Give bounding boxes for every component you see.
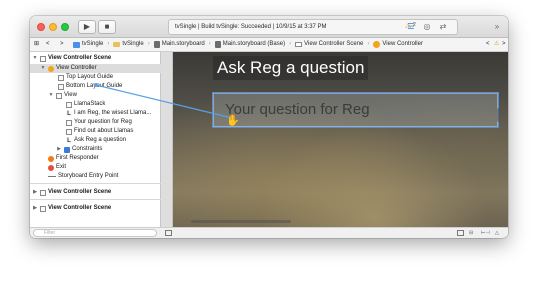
view-controller-icon [48, 65, 54, 72]
zoom-window-button[interactable] [61, 23, 69, 31]
scene-icon [295, 42, 303, 47]
scene-icon [40, 205, 46, 212]
filter-input[interactable]: Filter [33, 229, 157, 237]
folder-icon [113, 42, 121, 47]
toolbar: ▶ ■ tvSingle | Build tvSingle: Succeeded… [30, 16, 508, 38]
vertical-scrollbar[interactable] [497, 108, 500, 122]
constraints-icon [64, 146, 70, 153]
outline-llama-stack[interactable]: LlamaStack [66, 100, 105, 109]
minimize-window-button[interactable] [49, 23, 57, 31]
text-field-icon [66, 119, 72, 126]
canvas-gutter [161, 52, 173, 227]
entry-point-arrow-icon [48, 176, 56, 177]
version-editor-icon[interactable]: ⇄ [436, 20, 450, 34]
outline-reg-label[interactable]: L I am Reg, the wisest Llama... [66, 109, 151, 118]
outline-exit[interactable]: Exit [48, 163, 66, 172]
first-responder-icon [48, 155, 54, 162]
divider [30, 183, 161, 184]
scene-icon [40, 55, 46, 62]
button-icon [66, 128, 72, 135]
show-outline-icon[interactable] [165, 230, 172, 236]
label-icon: L [66, 137, 72, 144]
divider [30, 199, 161, 200]
forward-button[interactable]: > [60, 38, 64, 51]
storyboard-base-icon [214, 41, 221, 48]
outline-question-field[interactable]: Your question for Reg [66, 118, 132, 127]
horizontal-scrollbar[interactable] [191, 220, 291, 223]
layout-guide-icon [58, 83, 64, 90]
outline-bottom-layout-guide[interactable]: Bottom Layout Guide [58, 82, 122, 91]
breadcrumb: tvSingle › tvSingle › Main.storyboard › … [73, 38, 423, 51]
outline-scene-2[interactable]: ▶ View Controller Scene [32, 188, 111, 197]
stack-view-icon [66, 101, 72, 108]
ask-reg-label[interactable]: Ask Reg a question [213, 56, 369, 80]
breadcrumb-storyboard[interactable]: Main.storyboard [162, 38, 205, 51]
label-icon: L [66, 110, 72, 117]
back-button[interactable]: < [46, 38, 50, 51]
question-text-field[interactable]: Your question for Reg [212, 92, 499, 128]
disclosure-open-icon[interactable]: ▼ [32, 54, 38, 63]
breadcrumb-storyboard-base[interactable]: Main.storyboard (Base) [223, 38, 285, 51]
disclosure-open-icon[interactable]: ▼ [40, 64, 46, 73]
project-icon [73, 41, 80, 48]
assistant-editor-icon[interactable]: ◎ [420, 20, 434, 34]
standard-editor-icon[interactable]: ☰ [404, 20, 418, 34]
xcode-window: ▶ ■ tvSingle | Build tvSingle: Succeeded… [30, 16, 508, 238]
outline-constraints[interactable]: ▶ Constraints [56, 145, 102, 154]
jump-forward-button[interactable]: > [502, 38, 506, 51]
jump-back-button[interactable]: < [486, 38, 490, 51]
question-placeholder: Your question for Reg [225, 101, 370, 118]
pin-icon[interactable]: ⊢⊣ [481, 228, 490, 238]
outline-first-responder[interactable]: First Responder [48, 154, 99, 163]
disclosure-closed-icon[interactable]: ▶ [32, 204, 38, 213]
related-items-icon[interactable]: ⊞ [34, 38, 39, 51]
status-text: tvSingle | Build tvSingle: Succeeded | 1… [175, 24, 327, 30]
storyboard-icon [153, 41, 160, 48]
breadcrumb-folder[interactable]: tvSingle [122, 38, 143, 51]
breadcrumb-view-controller[interactable]: View Controller [382, 38, 423, 51]
outline-ask-reg[interactable]: L Ask Reg a question [66, 136, 126, 145]
outline-view[interactable]: ▼ View [48, 91, 77, 100]
stack-icon[interactable] [457, 230, 464, 236]
breadcrumb-scene[interactable]: View Controller Scene [304, 38, 363, 51]
filter-bar: ⊜ Filter [30, 227, 161, 238]
outline-entry-point[interactable]: Storyboard Entry Point [48, 172, 118, 181]
document-outline: ▼ View Controller Scene ▼ View Controlle… [30, 52, 161, 227]
disclosure-open-icon[interactable]: ▼ [48, 91, 54, 100]
stop-icon: ■ [104, 22, 110, 31]
outline-scene-3[interactable]: ▶ View Controller Scene [32, 204, 111, 213]
canvas-bottom-bar: ⊟ ⊢⊣ △ [161, 227, 508, 238]
run-button[interactable]: ▶ [78, 20, 96, 34]
outline-view-controller[interactable]: ▼ View Controller [30, 64, 161, 73]
close-window-button[interactable] [37, 23, 45, 31]
issue-warning-icon[interactable]: ⚠ [494, 38, 499, 51]
outline-find-out[interactable]: Find out about Llamas [66, 127, 133, 136]
outline-top-layout-guide[interactable]: Top Layout Guide [58, 73, 113, 82]
more-icon[interactable]: » [490, 20, 504, 34]
view-controller-icon [373, 41, 381, 48]
breadcrumb-project[interactable]: tvSingle [82, 38, 103, 51]
outline-scene-1[interactable]: ▼ View Controller Scene [32, 54, 111, 63]
disclosure-closed-icon[interactable]: ▶ [32, 188, 38, 197]
layout-guide-icon [58, 74, 64, 81]
disclosure-closed-icon[interactable]: ▶ [56, 145, 62, 154]
resolve-icon[interactable]: △ [495, 228, 499, 238]
play-icon: ▶ [83, 22, 91, 31]
exit-icon [48, 164, 54, 171]
view-icon [56, 92, 62, 99]
align-icon[interactable]: ⊟ [469, 228, 473, 238]
jump-bar: ⊞ < > tvSingle › tvSingle › Main.storybo… [30, 38, 508, 52]
scene-icon [40, 189, 46, 196]
storyboard-canvas[interactable]: Ask Reg a question Your question for Reg [161, 52, 508, 227]
stop-button[interactable]: ■ [98, 20, 116, 34]
